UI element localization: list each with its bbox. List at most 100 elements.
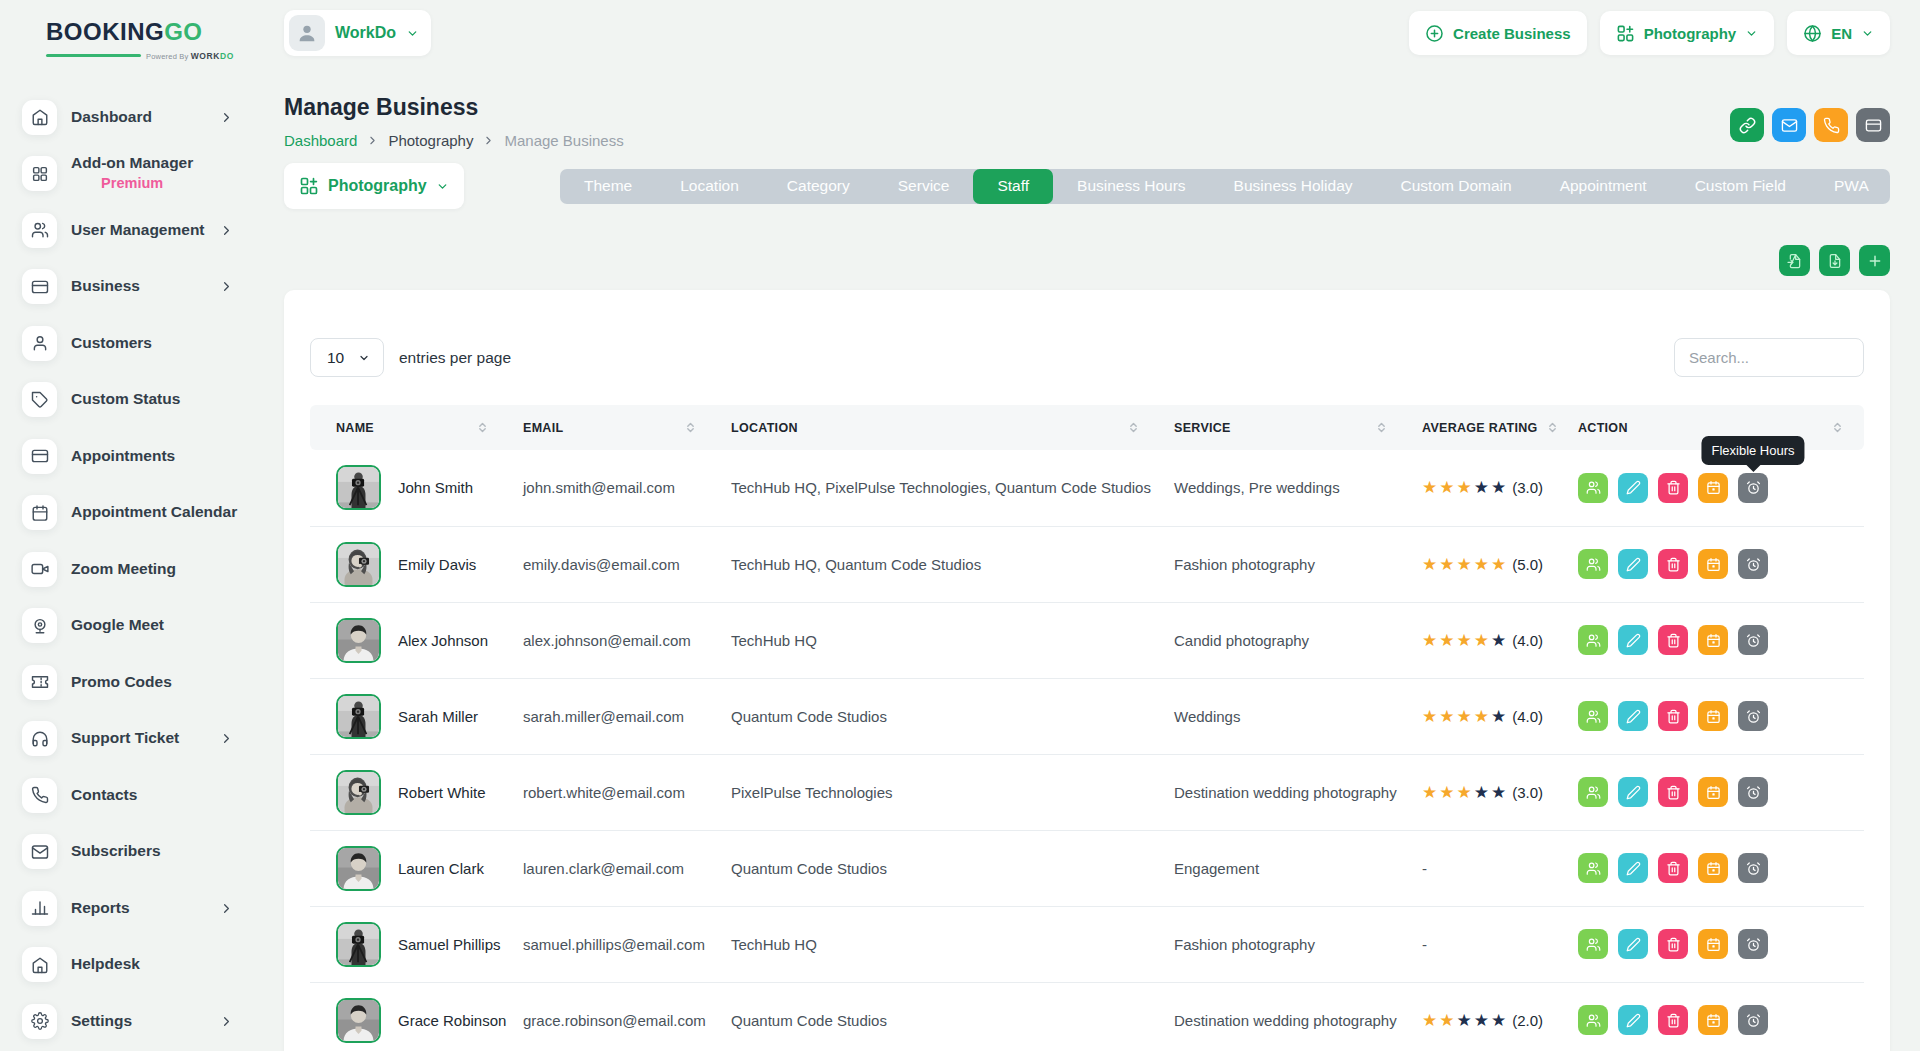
sort-icon[interactable] <box>1831 421 1844 434</box>
language-dropdown[interactable]: EN <box>1787 11 1890 55</box>
flexible-hours-button[interactable] <box>1738 549 1768 579</box>
tab-pwa[interactable]: PWA <box>1810 169 1893 204</box>
sidebar-item-customers[interactable]: Customers <box>22 315 234 372</box>
sidebar-item-business[interactable]: Business <box>22 258 234 315</box>
sidebar-item-custom-status[interactable]: Custom Status <box>22 371 234 428</box>
column-header-name[interactable]: NAME <box>310 405 497 450</box>
edit-button[interactable] <box>1618 929 1648 959</box>
brand-logo[interactable]: BOOKINGGO Powered By WORKDO <box>46 18 234 61</box>
flexible-hours-button[interactable]: Flexible Hours <box>1738 473 1768 503</box>
sort-icon[interactable] <box>1375 421 1388 434</box>
schedule-button[interactable] <box>1698 777 1728 807</box>
delete-button[interactable] <box>1658 625 1688 655</box>
breadcrumb-dashboard[interactable]: Dashboard <box>284 132 357 149</box>
flexible-hours-button[interactable] <box>1738 1005 1768 1035</box>
schedule-button[interactable] <box>1698 549 1728 579</box>
schedule-button[interactable] <box>1698 625 1728 655</box>
tab-category[interactable]: Category <box>763 169 874 204</box>
flexible-hours-button[interactable] <box>1738 625 1768 655</box>
delete-button[interactable] <box>1658 473 1688 503</box>
tab-custom-domain[interactable]: Custom Domain <box>1377 169 1536 204</box>
tab-theme[interactable]: Theme <box>560 169 656 204</box>
delete-button[interactable] <box>1658 777 1688 807</box>
sort-icon[interactable] <box>1546 421 1559 434</box>
sort-icon[interactable] <box>1127 421 1140 434</box>
edit-button[interactable] <box>1618 625 1648 655</box>
edit-button[interactable] <box>1618 777 1648 807</box>
sidebar-item-appointment-calendar[interactable]: Appointment Calendar <box>22 484 234 541</box>
delete-button[interactable] <box>1658 1005 1688 1035</box>
delete-button[interactable] <box>1658 929 1688 959</box>
business-filter-dropdown[interactable]: Photography <box>284 163 464 209</box>
sidebar-item-settings[interactable]: Settings <box>22 993 234 1050</box>
sidebar-item-add-on-manager[interactable]: Add-on Manager Premium <box>22 145 234 202</box>
schedule-button[interactable] <box>1698 853 1728 883</box>
credit-card-action-button[interactable] <box>1856 108 1890 142</box>
tab-custom-field[interactable]: Custom Field <box>1671 169 1810 204</box>
schedule-button[interactable] <box>1698 929 1728 959</box>
tab-location[interactable]: Location <box>656 169 763 204</box>
sidebar-item-reports[interactable]: Reports <box>22 880 234 937</box>
sidebar-item-promo-codes[interactable]: Promo Codes <box>22 654 234 711</box>
sidebar-item-support-ticket[interactable]: Support Ticket <box>22 710 234 767</box>
assign-staff-button[interactable] <box>1578 777 1608 807</box>
edit-button[interactable] <box>1618 701 1648 731</box>
sidebar-item-dashboard[interactable]: Dashboard <box>22 89 234 146</box>
schedule-button[interactable] <box>1698 701 1728 731</box>
assign-staff-button[interactable] <box>1578 549 1608 579</box>
assign-staff-button[interactable] <box>1578 929 1608 959</box>
tab-staff[interactable]: Staff <box>973 169 1053 204</box>
edit-button[interactable] <box>1618 473 1648 503</box>
export-button[interactable] <box>1819 245 1850 276</box>
sidebar-item-user-management[interactable]: User Management <box>22 202 234 259</box>
users-icon <box>1586 633 1601 648</box>
sidebar-item-contacts[interactable]: Contacts <box>22 767 234 824</box>
delete-button[interactable] <box>1658 701 1688 731</box>
link-action-button[interactable] <box>1730 108 1764 142</box>
sidebar-item-appointments[interactable]: Appointments <box>22 428 234 485</box>
sidebar-item-helpdesk[interactable]: Helpdesk <box>22 936 234 993</box>
flexible-hours-button[interactable] <box>1738 701 1768 731</box>
assign-staff-button[interactable] <box>1578 853 1608 883</box>
workspace-switcher[interactable]: WorkDo <box>284 10 431 56</box>
business-selector-dropdown[interactable]: Photography <box>1600 11 1775 55</box>
entries-select[interactable]: 10 <box>310 338 384 377</box>
edit-button[interactable] <box>1618 853 1648 883</box>
search-input[interactable] <box>1674 338 1864 377</box>
tab-service[interactable]: Service <box>874 169 974 204</box>
breadcrumb-photography[interactable]: Photography <box>388 132 473 149</box>
mail-action-button[interactable] <box>1772 108 1806 142</box>
flexible-hours-button[interactable] <box>1738 853 1768 883</box>
add-staff-button[interactable] <box>1859 245 1890 276</box>
sidebar-item-zoom-meeting[interactable]: Zoom Meeting <box>22 541 234 598</box>
assign-staff-button[interactable] <box>1578 625 1608 655</box>
name-cell: John Smith <box>336 465 497 510</box>
delete-button[interactable] <box>1658 853 1688 883</box>
sidebar-item-google-meet[interactable]: Google Meet <box>22 597 234 654</box>
flexible-hours-button[interactable] <box>1738 929 1768 959</box>
tooltip: Flexible Hours <box>1701 436 1804 465</box>
schedule-button[interactable] <box>1698 1005 1728 1035</box>
flexible-hours-button[interactable] <box>1738 777 1768 807</box>
column-header-average-rating[interactable]: AVERAGE RATING <box>1396 405 1552 450</box>
tab-business-holiday[interactable]: Business Holiday <box>1210 169 1377 204</box>
calendar-day-icon <box>1706 861 1721 876</box>
assign-staff-button[interactable] <box>1578 1005 1608 1035</box>
sort-icon[interactable] <box>476 421 489 434</box>
column-header-location[interactable]: LOCATION <box>705 405 1148 450</box>
assign-staff-button[interactable] <box>1578 701 1608 731</box>
delete-button[interactable] <box>1658 549 1688 579</box>
edit-button[interactable] <box>1618 1005 1648 1035</box>
create-business-button[interactable]: Create Business <box>1409 11 1587 55</box>
tab-business-hours[interactable]: Business Hours <box>1053 169 1210 204</box>
sidebar-item-subscribers[interactable]: Subscribers <box>22 823 234 880</box>
import-button[interactable] <box>1779 245 1810 276</box>
edit-button[interactable] <box>1618 549 1648 579</box>
assign-staff-button[interactable] <box>1578 473 1608 503</box>
tab-appointment[interactable]: Appointment <box>1536 169 1671 204</box>
column-header-email[interactable]: EMAIL <box>497 405 705 450</box>
sort-icon[interactable] <box>684 421 697 434</box>
phone-action-button[interactable] <box>1814 108 1848 142</box>
schedule-button[interactable] <box>1698 473 1728 503</box>
column-header-service[interactable]: SERVICE <box>1148 405 1396 450</box>
